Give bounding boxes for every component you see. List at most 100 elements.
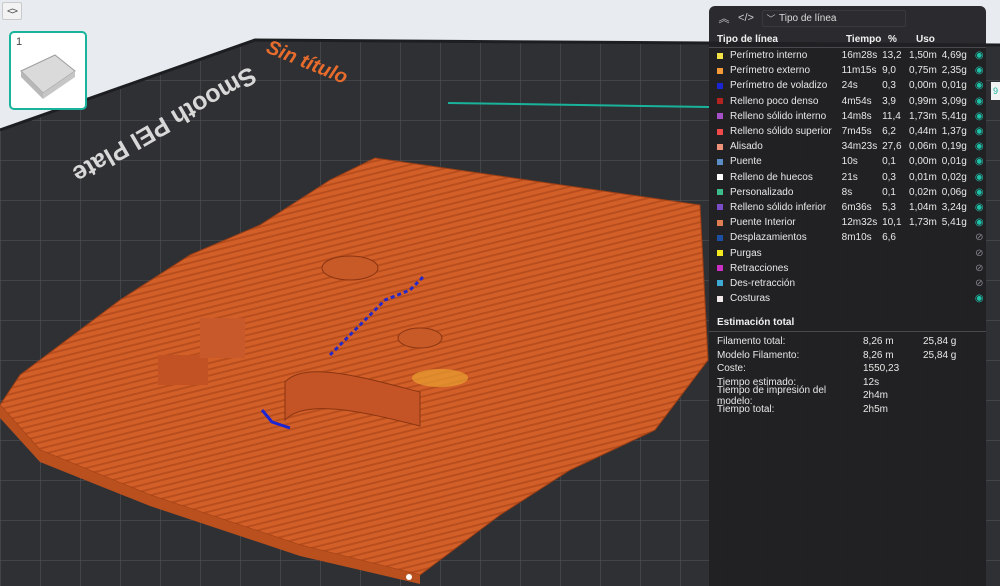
estimate-row: Filamento total: 8,26 m 25,84 g xyxy=(709,335,986,349)
eye-off-icon[interactable]: ⊘ xyxy=(973,232,986,243)
estimate-value-2: 25,84 g xyxy=(923,349,957,361)
line-type-meters: 0,99m xyxy=(909,95,937,107)
line-type-percent: 6,2 xyxy=(882,126,896,138)
line-type-meters: 1,73m xyxy=(909,110,937,122)
legend-row[interactable]: Relleno sólido interno 14m8s 11,4 1,73m 5,41… xyxy=(709,109,986,124)
eye-off-icon[interactable]: ⊘ xyxy=(973,278,986,289)
color-swatch xyxy=(717,98,723,105)
estimate-list: Filamento total: 8,26 m 25,84 g Modelo Fila… xyxy=(709,332,986,416)
color-swatch xyxy=(717,234,723,241)
legend-row[interactable]: Relleno sólido superior 7m45s 6,2 0,44m 1,37… xyxy=(709,124,986,139)
eye-icon[interactable]: ◉ xyxy=(973,217,986,228)
collapse-sidebar-icon[interactable]: <> xyxy=(2,2,22,20)
estimate-label: Tiempo total: xyxy=(717,403,775,415)
estimate-row: Tiempo total: 2h5m xyxy=(709,403,986,417)
line-type-time: 12m32s xyxy=(841,217,878,229)
legend-row[interactable]: Des-retracción ⊘ xyxy=(709,276,986,291)
line-type-percent: 9,0 xyxy=(882,65,896,77)
model-feature-top xyxy=(412,369,468,387)
line-type-percent: 0,3 xyxy=(882,171,896,183)
view-type-select[interactable]: ﹀ Tipo de línea xyxy=(762,9,906,27)
legend-row[interactable]: Puente Interior 12m32s 10,1 1,73m 5,41g ◉ xyxy=(709,215,986,230)
estimate-row: Tiempo de impresión del modelo: 2h4m xyxy=(709,385,986,407)
line-type-time: 24s xyxy=(841,80,858,92)
eye-icon[interactable]: ◉ xyxy=(973,96,986,107)
eye-icon[interactable]: ◉ xyxy=(973,80,986,91)
line-type-time: 10s xyxy=(841,156,858,168)
line-type-percent: 11,4 xyxy=(882,110,901,122)
legend-row[interactable]: Retracciones ⊘ xyxy=(709,261,986,276)
line-type-percent: 27,6 xyxy=(882,141,902,153)
eye-icon[interactable]: ◉ xyxy=(973,111,986,122)
legend-row[interactable]: Puente 10s 0,1 0,00m 0,01g ◉ xyxy=(709,154,986,169)
eye-icon[interactable]: ◉ xyxy=(973,126,986,137)
legend-row[interactable]: Personalizado 8s 0,1 0,02m 0,06g ◉ xyxy=(709,185,986,200)
legend-row[interactable]: Purgas ⊘ xyxy=(709,245,986,260)
line-type-meters: 1,73m xyxy=(909,217,937,229)
line-type-percent: 13,2 xyxy=(882,50,902,62)
eye-icon[interactable]: ◉ xyxy=(973,65,986,76)
eye-icon[interactable]: ◉ xyxy=(973,156,986,167)
chevron-up-double-icon[interactable]: ︽ xyxy=(716,10,732,26)
eye-icon[interactable]: ◉ xyxy=(973,50,986,61)
estimate-title: Estimación total xyxy=(709,314,986,333)
eye-off-icon[interactable]: ⊘ xyxy=(973,263,986,274)
line-type-name: Alisado xyxy=(730,141,763,153)
legend-row[interactable]: Perímetro interno 16m28s 13,2 1,50m 4,69g ◉ xyxy=(709,48,986,63)
color-swatch xyxy=(717,158,723,165)
line-type-name: Perímetro externo xyxy=(730,65,811,77)
color-swatch xyxy=(717,143,723,150)
eye-icon[interactable]: ◉ xyxy=(973,141,986,152)
color-swatch xyxy=(717,204,723,211)
line-type-meters: 0,01m xyxy=(909,171,937,183)
estimate-row: Coste: 1550,23 xyxy=(709,362,986,376)
legend-row[interactable]: Perímetro de voladizo 24s 0,3 0,00m 0,01g ◉ xyxy=(709,78,986,93)
line-type-percent: 10,1 xyxy=(882,217,902,229)
plate-thumbnail[interactable]: 1 xyxy=(9,31,87,110)
column-type: Tipo de línea xyxy=(717,33,778,45)
line-type-meters: 0,00m xyxy=(909,80,937,92)
color-swatch xyxy=(717,52,723,59)
estimate-value: 2h4m xyxy=(863,390,889,402)
line-type-meters: 0,02m xyxy=(909,186,937,198)
line-type-time: 11m15s xyxy=(841,65,877,77)
estimate-value: 1550,23 xyxy=(863,363,900,375)
legend-header: ︽ </> ﹀ Tipo de línea xyxy=(709,6,986,30)
line-type-time: 7m45s xyxy=(841,126,872,138)
legend-row[interactable]: Desplazamientos 8m10s 6,6 ⊘ xyxy=(709,230,986,245)
legend-row[interactable]: Relleno de huecos 21s 0,3 0,01m 0,02g ◉ xyxy=(709,170,986,185)
color-swatch xyxy=(717,280,723,287)
line-type-percent: 3,9 xyxy=(882,95,896,107)
estimate-label: Coste: xyxy=(717,363,746,375)
color-swatch xyxy=(717,265,723,272)
edge-tab[interactable]: 9 xyxy=(991,82,1000,100)
line-type-time: 14m8s xyxy=(841,110,872,122)
estimate-value: 8,26 m xyxy=(863,349,894,361)
line-type-name: Relleno de huecos xyxy=(730,171,813,183)
legend-row[interactable]: Relleno sólido inferior 6m36s 5,3 1,04m 3,24… xyxy=(709,200,986,215)
eye-icon[interactable]: ◉ xyxy=(973,187,986,198)
line-type-grams: 5,41g xyxy=(941,217,967,229)
eye-icon[interactable]: ◉ xyxy=(973,172,986,183)
color-swatch xyxy=(717,113,723,120)
color-swatch xyxy=(717,82,723,89)
line-type-percent: 0,1 xyxy=(882,156,896,168)
estimate-label: Filamento total: xyxy=(717,336,786,348)
line-type-grams: 3,09g xyxy=(941,95,967,107)
eye-icon[interactable]: ◉ xyxy=(973,202,986,213)
line-type-name: Des-retracción xyxy=(730,277,796,289)
line-type-meters: 0,00m xyxy=(909,156,937,168)
color-swatch xyxy=(717,128,723,135)
line-type-meters: 0,44m xyxy=(909,126,937,138)
eye-off-icon[interactable]: ⊘ xyxy=(973,248,986,259)
legend-row[interactable]: Alisado 34m23s 27,6 0,06m 0,19g ◉ xyxy=(709,139,986,154)
line-type-percent: 5,3 xyxy=(882,201,896,213)
line-type-meters: 0,06m xyxy=(909,141,937,153)
legend-row[interactable]: Costuras ◉ xyxy=(709,291,986,306)
estimate-value: 8,26 m xyxy=(863,336,894,348)
legend-row[interactable]: Relleno poco denso 4m54s 3,9 0,99m 3,09g ◉ xyxy=(709,94,986,109)
code-icon[interactable]: </> xyxy=(738,12,754,24)
legend-row[interactable]: Perímetro externo 11m15s 9,0 0,75m 2,35g ◉ xyxy=(709,63,986,78)
estimate-value: 2h5m xyxy=(863,403,889,415)
eye-icon[interactable]: ◉ xyxy=(973,293,986,304)
